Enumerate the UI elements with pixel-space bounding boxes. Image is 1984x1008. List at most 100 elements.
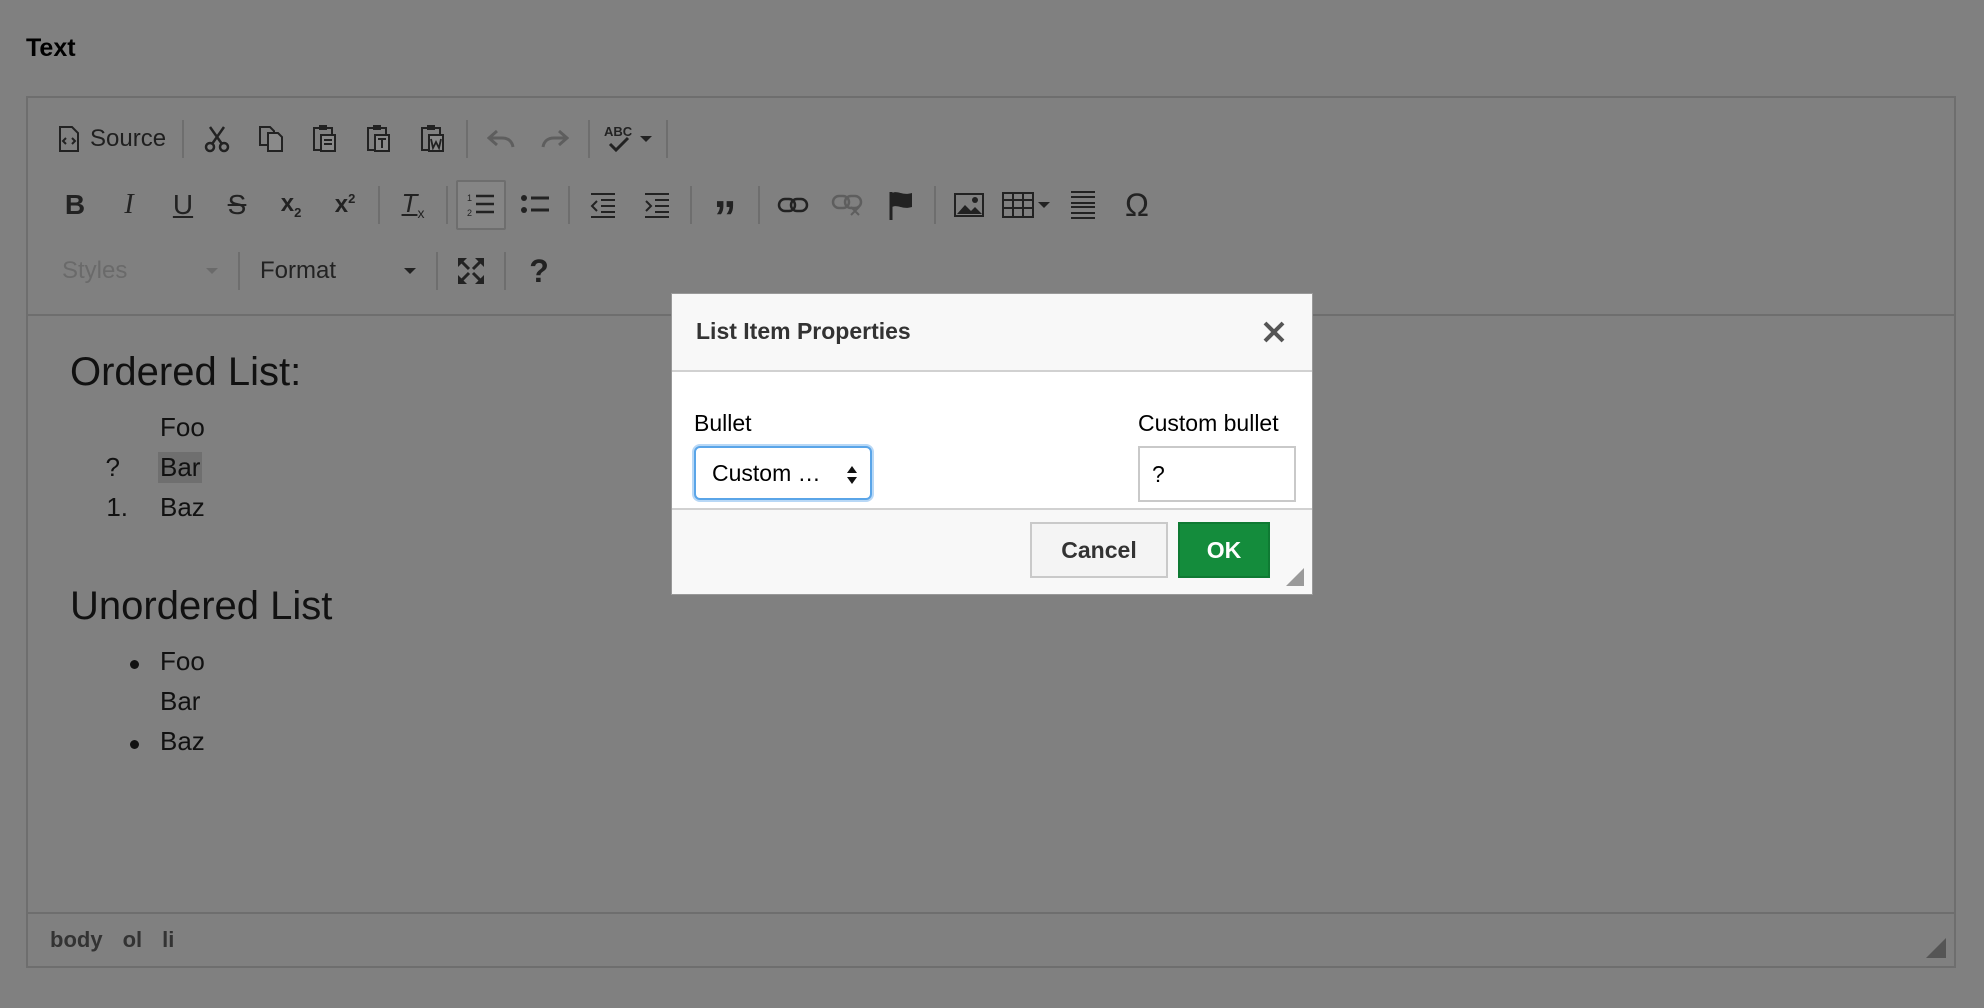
toolbar-separator (182, 120, 185, 158)
paste-word-icon (419, 124, 447, 154)
list-item-text: Foo (160, 646, 205, 676)
toolbar-separator (446, 186, 448, 224)
copy-button[interactable] (246, 114, 296, 164)
omega-icon: Ω (1125, 186, 1149, 223)
scissors-icon (204, 125, 230, 153)
remove-format-icon: Tx (401, 188, 425, 222)
special-character-button[interactable]: Ω (1112, 180, 1162, 230)
custom-bullet-input[interactable]: ? (1138, 446, 1296, 502)
toolbar-separator (588, 120, 591, 158)
underline-icon: U (172, 189, 194, 220)
undo-icon (487, 129, 515, 149)
editor-resize-handle[interactable] (1926, 938, 1946, 958)
unordered-list-heading: Unordered List (70, 584, 333, 628)
paste-button[interactable] (300, 114, 350, 164)
help-button[interactable]: ? (514, 246, 564, 296)
bulleted-list-button[interactable] (510, 180, 560, 230)
source-icon (58, 126, 80, 152)
numbered-list-button[interactable]: 12 (456, 180, 506, 230)
list-item[interactable]: 1. Baz (28, 492, 628, 532)
list-item-text: Bar (158, 452, 203, 483)
image-button[interactable] (944, 180, 994, 230)
element-path-bar: body ol li (28, 912, 1954, 966)
dialog-title: List Item Properties (696, 318, 911, 344)
underline-button[interactable]: U (158, 180, 208, 230)
superscript-button[interactable]: x2 (320, 180, 370, 230)
styles-label: Styles (62, 257, 128, 284)
indent-icon (643, 192, 671, 218)
toolbar-separator (238, 252, 240, 290)
paste-text-icon (365, 124, 393, 154)
maximize-button[interactable] (446, 246, 496, 296)
list-item[interactable]: Foo (28, 646, 628, 686)
link-icon (777, 196, 809, 214)
paste-text-button[interactable] (354, 114, 404, 164)
strikethrough-button[interactable]: S (212, 180, 262, 230)
custom-bullet-label: Custom bullet (1138, 410, 1279, 436)
list-item[interactable]: ? Bar (28, 452, 628, 492)
bullet-icon (130, 660, 139, 669)
unlink-icon (831, 193, 863, 217)
chevron-down-icon (206, 268, 218, 274)
cut-button[interactable] (192, 114, 242, 164)
chevron-down-icon (640, 136, 653, 142)
subscript-button[interactable]: x2 (266, 180, 316, 230)
list-item-text: Baz (160, 492, 205, 522)
outdent-button[interactable] (578, 180, 628, 230)
table-button[interactable] (998, 180, 1054, 230)
list-item-properties-dialog: List Item Properties Bullet Custom … Cus… (672, 294, 1312, 594)
source-button[interactable]: Source (50, 114, 174, 164)
link-button[interactable] (768, 180, 818, 230)
svg-text:ABC: ABC (604, 124, 633, 139)
path-body[interactable]: body (50, 927, 103, 953)
chevron-down-icon (1038, 202, 1050, 208)
format-dropdown[interactable]: Format (246, 246, 430, 296)
list-item[interactable]: Bar (28, 686, 628, 726)
toolbar-separator (466, 120, 469, 158)
bold-button[interactable]: B (50, 180, 100, 230)
close-icon[interactable] (1260, 318, 1288, 346)
superscript-icon: x2 (334, 191, 356, 218)
dialog-resize-handle[interactable] (1286, 568, 1304, 586)
page-title: Text (26, 34, 76, 62)
toolbar-separator (504, 252, 506, 290)
chevron-down-icon (404, 268, 416, 274)
help-icon: ? (529, 252, 549, 289)
dialog-footer: Cancel OK (672, 508, 1312, 594)
toolbar-separator (758, 186, 760, 224)
italic-button[interactable]: I (104, 180, 154, 230)
indent-button[interactable] (632, 180, 682, 230)
toolbar-separator (436, 252, 438, 290)
toolbar-separator (378, 186, 380, 224)
unlink-button[interactable] (822, 180, 872, 230)
paste-icon (311, 124, 339, 154)
redo-button[interactable] (530, 114, 580, 164)
path-li[interactable]: li (162, 927, 174, 953)
list-marker: 1. (106, 492, 128, 522)
svg-text:1: 1 (467, 193, 472, 203)
spellcheck-button[interactable]: ABC (598, 114, 658, 164)
toolbar-separator (690, 186, 692, 224)
bullet-select[interactable]: Custom … (694, 446, 872, 500)
list-item[interactable]: Foo (28, 412, 628, 452)
dialog-header[interactable]: List Item Properties (672, 294, 1312, 372)
styles-dropdown[interactable]: Styles (48, 246, 232, 296)
anchor-button[interactable] (876, 180, 926, 230)
ok-button[interactable]: OK (1178, 522, 1270, 578)
spellcheck-icon: ABC (604, 124, 636, 154)
redo-icon (541, 129, 570, 149)
select-arrows-icon (846, 464, 858, 491)
path-ol[interactable]: ol (123, 927, 143, 953)
cancel-button[interactable]: Cancel (1030, 522, 1168, 578)
paste-word-button[interactable] (408, 114, 458, 164)
remove-format-button[interactable]: Tx (388, 180, 438, 230)
horizontal-line-button[interactable] (1058, 180, 1108, 230)
list-item-text: Baz (160, 726, 205, 756)
blockquote-button[interactable]: ” (700, 180, 750, 240)
toolbar-separator (666, 120, 669, 158)
bullet-icon (130, 740, 139, 749)
numbered-list-icon: 12 (467, 192, 495, 218)
italic-icon: I (124, 189, 134, 220)
list-item[interactable]: Baz (28, 726, 628, 766)
undo-button[interactable] (476, 114, 526, 164)
